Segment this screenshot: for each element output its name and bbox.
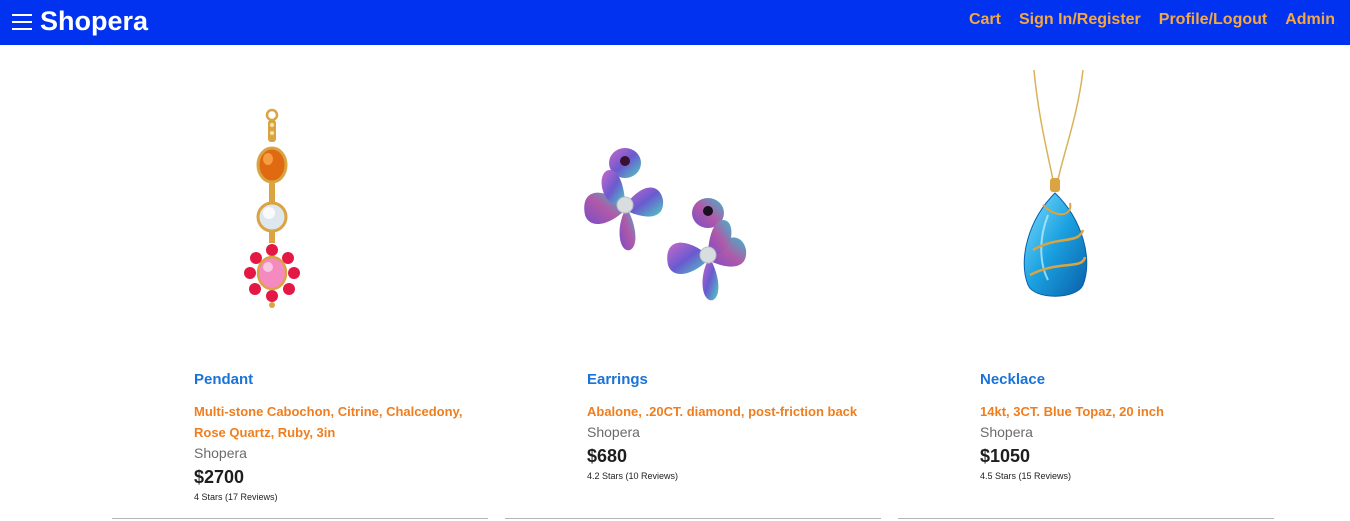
product-info: Pendant Multi-stone Cabochon, Citrine, C…: [194, 370, 484, 503]
product-price: $2700: [194, 467, 245, 487]
product-seller: Shopera: [194, 445, 247, 461]
hamburger-menu-icon[interactable]: [12, 12, 32, 31]
product-card-necklace: Necklace 14kt, 3CT. Blue Topaz, 20 inch …: [898, 45, 1274, 519]
card-divider: [112, 518, 488, 519]
product-name-link[interactable]: Pendant: [194, 370, 484, 390]
product-rating: 4.2 Stars (10 Reviews): [587, 471, 679, 481]
product-price: $1050: [980, 446, 1031, 466]
brand-logo-link[interactable]: Shopera: [40, 4, 148, 38]
product-rating: 4.5 Stars (15 Reviews): [980, 471, 1072, 481]
nav-admin-link[interactable]: Admin: [1285, 10, 1335, 30]
main-nav: Cart Sign In/Register Profile/Logout Adm…: [969, 10, 1335, 30]
earrings-image[interactable]: [505, 45, 881, 345]
product-card-earrings: Earrings Abalone, .20CT. diamond, post-f…: [505, 45, 881, 519]
product-info: Necklace 14kt, 3CT. Blue Topaz, 20 inch …: [980, 370, 1270, 482]
product-name-link[interactable]: Necklace: [980, 370, 1270, 390]
product-price: $680: [587, 446, 628, 466]
pendant-image[interactable]: [112, 45, 488, 345]
product-info: Earrings Abalone, .20CT. diamond, post-f…: [587, 370, 877, 482]
product-description[interactable]: 14kt, 3CT. Blue Topaz, 20 inch: [980, 401, 1270, 422]
nav-sign-in-register-link[interactable]: Sign In/Register: [1019, 10, 1141, 30]
card-divider: [505, 518, 881, 519]
product-name-link[interactable]: Earrings: [587, 370, 877, 390]
product-card-pendant: Pendant Multi-stone Cabochon, Citrine, C…: [112, 45, 488, 519]
product-description[interactable]: Abalone, .20CT. diamond, post-friction b…: [587, 401, 877, 422]
necklace-image[interactable]: [898, 45, 1274, 345]
product-description[interactable]: Multi-stone Cabochon, Citrine, Chalcedon…: [194, 401, 484, 443]
nav-profile-logout-link[interactable]: Profile/Logout: [1159, 10, 1267, 30]
top-navigation-bar: Shopera Cart Sign In/Register Profile/Lo…: [0, 0, 1350, 45]
card-divider: [898, 518, 1274, 519]
product-seller: Shopera: [587, 424, 640, 440]
product-seller: Shopera: [980, 424, 1033, 440]
nav-cart-link[interactable]: Cart: [969, 10, 1001, 30]
product-rating: 4 Stars (17 Reviews): [194, 492, 278, 502]
